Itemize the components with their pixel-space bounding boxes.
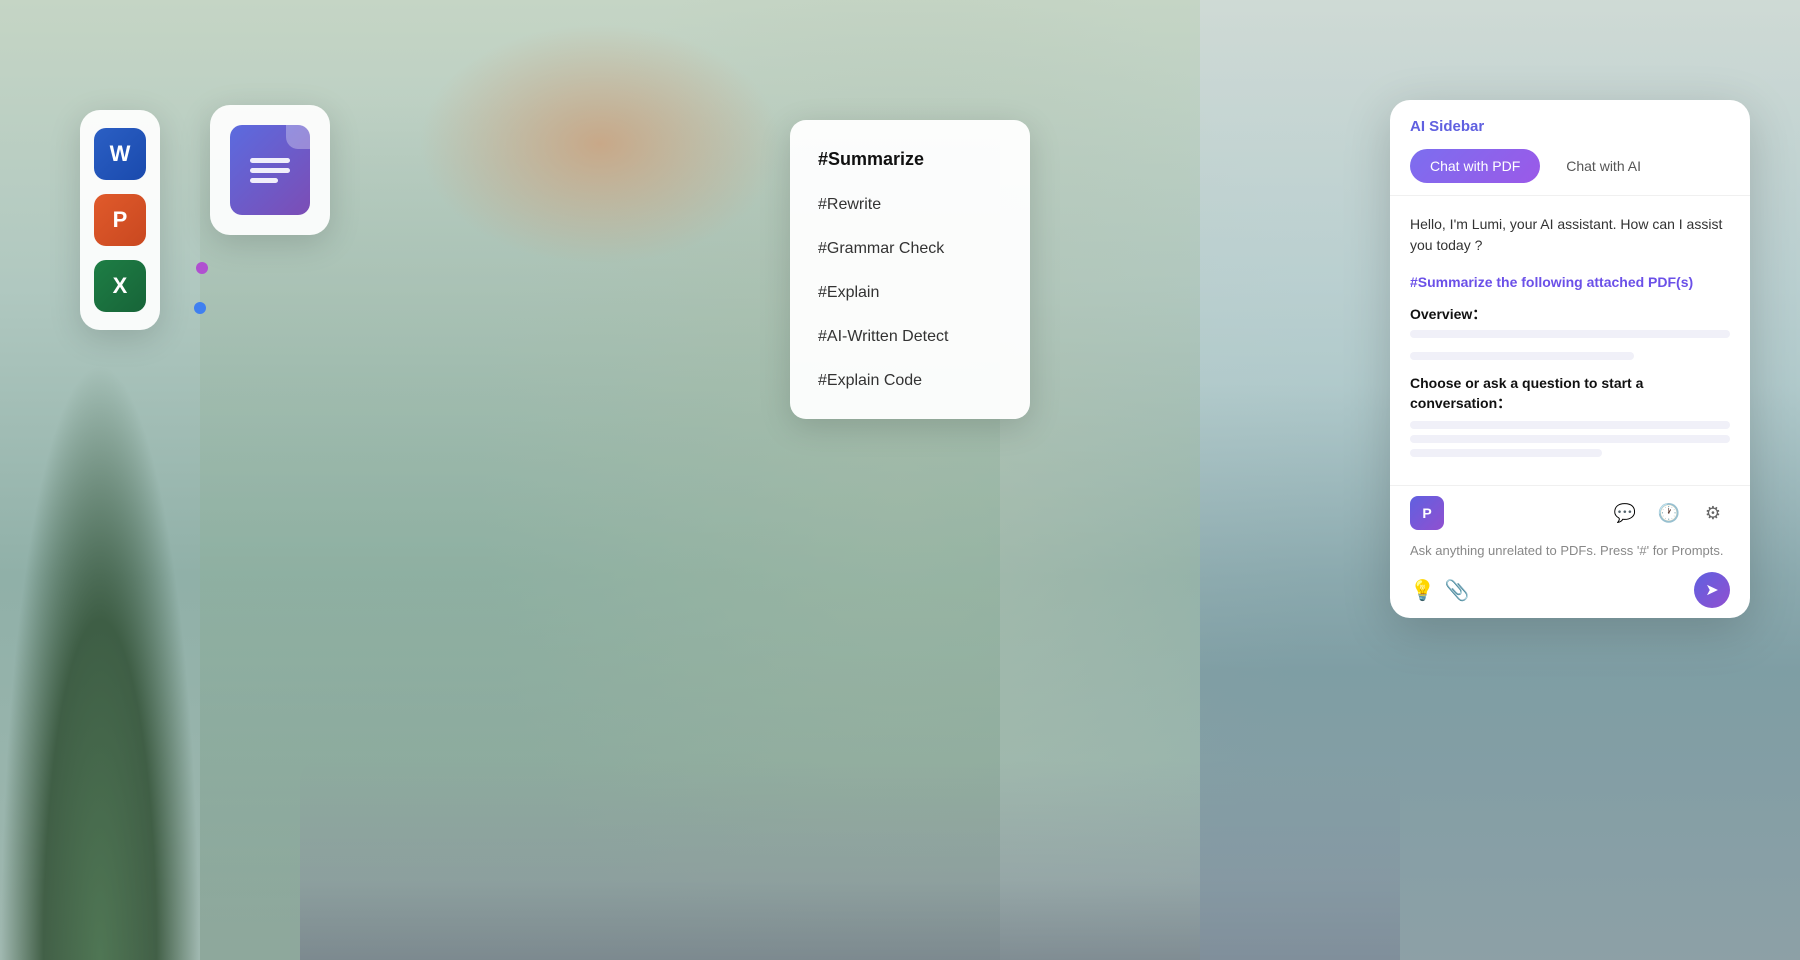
pdf-icon-lines [250,158,290,183]
ai-sidebar-title: AI Sidebar [1410,118,1730,135]
chat-bubble-icon[interactable]: 💬 [1608,496,1642,530]
tab-chat-ai[interactable]: Chat with AI [1546,149,1661,183]
overview-bar-1 [1410,330,1730,338]
pdf-line-2 [250,168,290,173]
hashtag-item-grammar-check[interactable]: #Grammar Check [790,227,1030,271]
hashtag-item-ai-written-detect[interactable]: #AI-Written Detect [790,315,1030,359]
hashtag-item-explain[interactable]: #Explain [790,271,1030,315]
hashtag-menu-panel: #Summarize #Rewrite #Grammar Check #Expl… [790,120,1030,419]
bottom-actions-row: 💡 📎 ➤ [1410,568,1730,608]
answer-bar-3 [1410,449,1602,457]
connector-dot-blue [194,302,206,314]
connector-dot-purple [196,262,208,274]
word-icon[interactable]: W [94,128,146,180]
hashtag-item-explain-code[interactable]: #Explain Code [790,359,1030,403]
powerpoint-icon[interactable]: P [94,194,146,246]
pdf-large-icon [230,125,310,215]
settings-icon[interactable]: ⚙ [1696,496,1730,530]
tab-chat-pdf[interactable]: Chat with PDF [1410,149,1540,183]
input-hint-text: Ask anything unrelated to PDFs. Press '#… [1410,538,1730,568]
file-icons-panel: W P X [80,110,160,330]
send-button[interactable]: ➤ [1694,572,1730,608]
pdf-upload-button[interactable]: P [1410,496,1444,530]
summarize-link[interactable]: #Summarize the following attached PDF(s) [1410,274,1730,290]
paperclip-icon[interactable]: 📎 [1445,578,1470,603]
send-icon: ➤ [1705,580,1718,600]
ai-sidebar-header: AI Sidebar Chat with PDF Chat with AI [1390,100,1750,196]
pdf-tool-panel [210,105,330,235]
toolbar-row: P 💬 🕐 ⚙ [1410,496,1730,538]
answer-bars [1410,421,1730,457]
question-section: Choose or ask a question to start a conv… [1410,374,1730,457]
question-label: Choose or ask a question to start a conv… [1410,374,1730,413]
hashtag-item-summarize[interactable]: #Summarize [790,136,1030,183]
lightbulb-icon[interactable]: 💡 [1410,578,1435,603]
overview-label: Overview： [1410,304,1730,324]
answer-bar-1 [1410,421,1730,429]
ai-sidebar-panel: AI Sidebar Chat with PDF Chat with AI He… [1390,100,1750,618]
pdf-line-3 [250,178,278,183]
pdf-line-1 [250,158,290,163]
excel-icon[interactable]: X [94,260,146,312]
clock-icon[interactable]: 🕐 [1652,496,1686,530]
overview-bar-2 [1410,352,1634,360]
plant-decoration [0,360,200,960]
ai-greeting-text: Hello, I'm Lumi, your AI assistant. How … [1410,214,1730,256]
tab-row: Chat with PDF Chat with AI [1410,149,1730,183]
answer-bar-2 [1410,435,1730,443]
hashtag-item-rewrite[interactable]: #Rewrite [790,183,1030,227]
ai-sidebar-body: Hello, I'm Lumi, your AI assistant. How … [1390,196,1750,485]
ai-sidebar-footer: P 💬 🕐 ⚙ Ask anything unrelated to PDFs. … [1390,485,1750,618]
laptop-decoration [300,760,1400,960]
